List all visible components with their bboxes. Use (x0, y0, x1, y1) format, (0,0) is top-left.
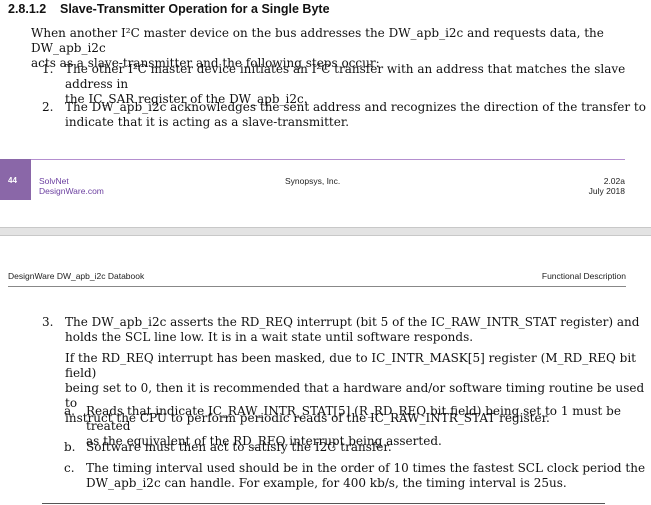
section-title: Slave-Transmitter Operation for a Single… (60, 2, 330, 16)
section-number: 2.8.1.2 (8, 2, 47, 16)
version-number: 2.02a (603, 176, 625, 186)
substep-line: Reads that indicate IC_RAW_INTR_STAT[5] … (86, 404, 621, 433)
version-date: July 2018 (588, 186, 625, 196)
page-separator (0, 227, 651, 236)
substep-line: Software must then act to satisfy the I2… (86, 440, 392, 454)
version-info: 2.02a July 2018 (540, 176, 625, 196)
designware-link[interactable]: DesignWare.com (39, 186, 104, 196)
solvnet-link[interactable]: SolvNet DesignWare.com (39, 176, 104, 196)
step-marker: 3. (42, 315, 54, 329)
step-line: The DW_apb_i2c acknowledges the sent add… (65, 100, 646, 114)
step-line: indicate that it is acting as a slave-tr… (65, 115, 350, 129)
substep-text: The timing interval used should be in th… (86, 461, 645, 491)
substep-marker: a. (64, 404, 75, 418)
step-line: The other I²C master device initiates an… (65, 62, 626, 91)
bottom-divider (42, 503, 605, 504)
solvnet-label[interactable]: SolvNet (39, 176, 104, 186)
step-marker: 2. (42, 100, 54, 114)
substep-marker: c. (64, 461, 75, 475)
substep-text: Software must then act to satisfy the I2… (86, 440, 392, 455)
running-header-title: DesignWare DW_apb_i2c Databook (8, 271, 145, 281)
step-text: The DW_apb_i2c asserts the RD_REQ interr… (65, 315, 639, 345)
substep-marker: b. (64, 440, 76, 454)
section-heading: 2.8.1.2 Slave-Transmitter Operation for a… (8, 2, 330, 16)
step-text: The DW_apb_i2c acknowledges the sent add… (65, 100, 646, 130)
page-number: 44 (8, 176, 17, 185)
page-number-badge: 44 (0, 159, 31, 200)
intro-line: When another I²C master device on the bu… (31, 26, 604, 55)
substep-line: The timing interval used should be in th… (86, 461, 646, 475)
footer-divider (31, 159, 625, 160)
company-name: Synopsys, Inc. (285, 176, 341, 186)
step-line: The DW_apb_i2c asserts the RD_REQ interr… (65, 315, 640, 329)
step-line: holds the SCL line low. It is in a wait … (65, 330, 474, 344)
note-line: If the RD_REQ interrupt has been masked,… (65, 351, 636, 380)
step-marker: 1. (42, 62, 54, 76)
substep-line: DW_apb_i2c can handle. For example, for … (86, 476, 567, 490)
header-divider (8, 286, 626, 287)
running-header-chapter: Functional Description (541, 271, 626, 281)
